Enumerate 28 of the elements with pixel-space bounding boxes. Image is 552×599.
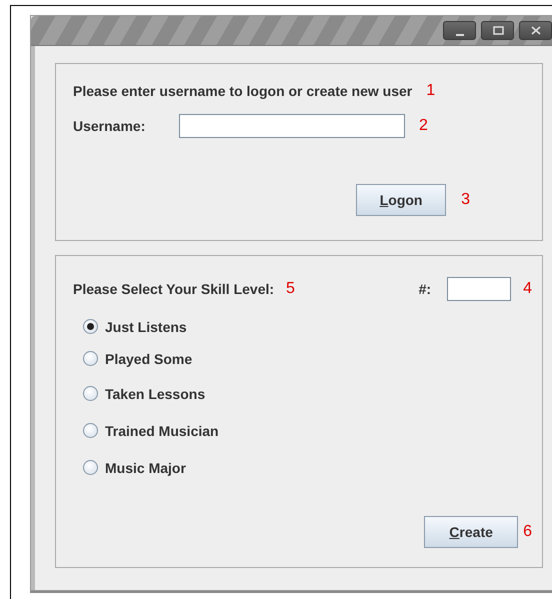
callout-number: 5 [286, 280, 295, 298]
callout-number: 6 [523, 523, 532, 541]
minimize-icon [456, 34, 464, 36]
radio-button[interactable] [83, 423, 98, 438]
radio-button[interactable] [83, 386, 98, 401]
radio-label[interactable]: Played Some [105, 350, 192, 366]
radio-button[interactable] [83, 460, 98, 475]
radio-label[interactable]: Taken Lessons [105, 386, 206, 402]
radio-label[interactable]: Trained Musician [105, 422, 219, 438]
prompt-text: Please Select Your Skill Level: [73, 281, 274, 297]
field-label: #: [418, 281, 432, 297]
radio-label[interactable]: Just Listens [105, 318, 187, 334]
window-minimize-button[interactable] [443, 21, 476, 40]
callout-number: 3 [461, 191, 470, 209]
window-close-button[interactable] [519, 21, 552, 40]
field-label: Username: [73, 118, 146, 134]
callout-number: 2 [419, 117, 428, 135]
input-field[interactable] [179, 114, 405, 138]
window-maximize-button[interactable] [481, 21, 514, 40]
action-button[interactable]: Create [424, 516, 518, 548]
prompt-text: Please enter username to logon or create new user [73, 83, 412, 99]
radio-button[interactable] [83, 351, 98, 366]
action-button[interactable]: Logon [356, 184, 446, 216]
radio-label[interactable]: Music Major [105, 460, 186, 476]
radio-button[interactable] [83, 319, 98, 334]
callout-number: 1 [426, 82, 436, 100]
input-field[interactable] [447, 277, 512, 301]
callout-number: 4 [523, 280, 532, 298]
